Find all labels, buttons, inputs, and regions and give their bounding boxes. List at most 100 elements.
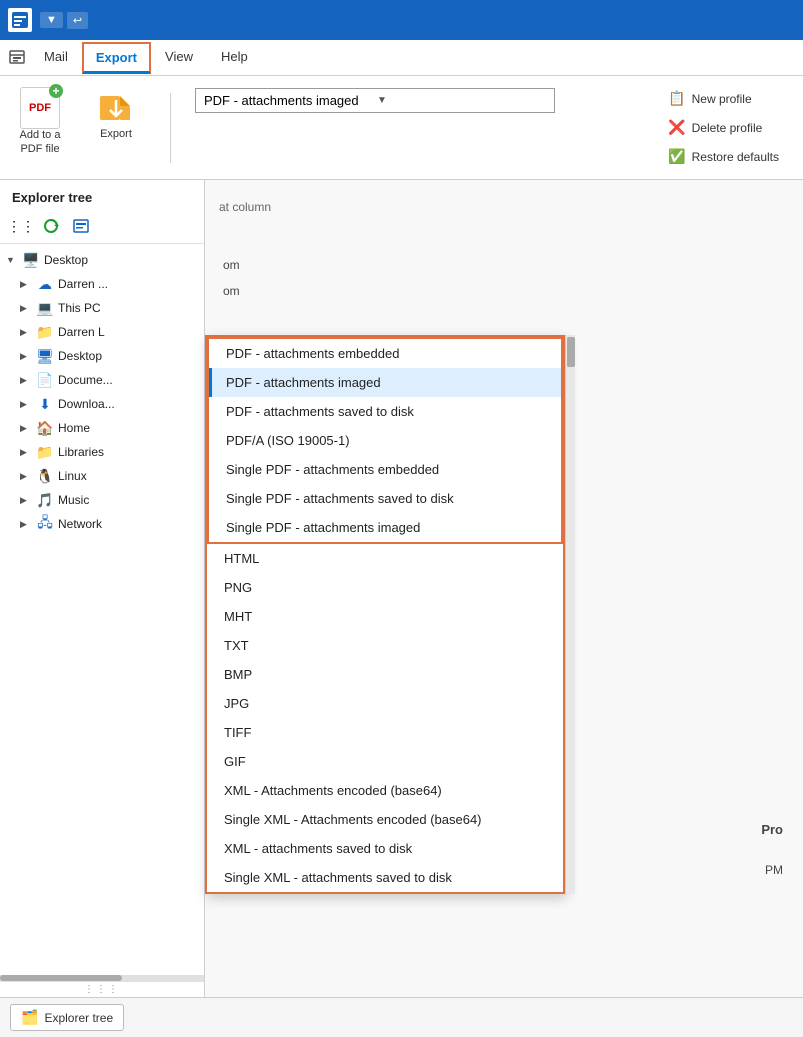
expand-arrow-darren-l: ▶ xyxy=(20,327,32,338)
thispc-icon: 💻 xyxy=(36,299,54,317)
export-button[interactable]: Export xyxy=(86,84,146,144)
expand-arrow-documents: ▶ xyxy=(20,375,32,386)
delete-profile-icon: ❌ xyxy=(668,119,685,136)
expand-arrow-thispc: ▶ xyxy=(20,303,32,314)
expand-arrow-darren-cloud: ▶ xyxy=(20,279,32,290)
delete-profile-button[interactable]: ❌ Delete profile xyxy=(664,117,783,138)
export-icon xyxy=(96,88,136,128)
dropdown-item-mht[interactable]: MHT xyxy=(207,602,563,631)
combo-selected-text: PDF - attachments imaged xyxy=(204,93,373,108)
tree-item-downloads[interactable]: ▶ ⬇ Downloa... xyxy=(0,392,204,416)
tab-view[interactable]: View xyxy=(151,41,207,75)
new-profile-label: New profile xyxy=(692,92,752,106)
ribbon: Mail Export View Help PDF + Add to a PDF… xyxy=(0,40,803,180)
scroll-bar[interactable] xyxy=(0,975,204,981)
combo-arrow-icon: ▼ xyxy=(377,95,546,106)
tree-item-documents[interactable]: ▶ 📄 Docume... xyxy=(0,368,204,392)
libraries-label: Libraries xyxy=(58,445,104,459)
refresh-button[interactable] xyxy=(38,213,64,239)
title-bar-menu[interactable]: ▼ xyxy=(40,12,63,28)
restore-defaults-icon: ✅ xyxy=(668,148,685,165)
main-area: Explorer tree ⋮⋮ ▼ xyxy=(0,180,803,997)
home-icon: 🏠 xyxy=(36,419,54,437)
dropdown-item-tiff[interactable]: TIFF xyxy=(207,718,563,747)
right-text-3: Pro xyxy=(761,822,783,837)
tree-item-network[interactable]: ▶ 🖧 Network xyxy=(0,512,204,536)
dropdown-item-single-xml-saved[interactable]: Single XML - attachments saved to disk xyxy=(207,863,563,892)
dropdown-item-xml-base64[interactable]: XML - Attachments encoded (base64) xyxy=(207,776,563,805)
dropdown-item-single-pdf-imaged[interactable]: Single PDF - attachments imaged xyxy=(209,513,561,542)
dropdown-item-xml-saved[interactable]: XML - attachments saved to disk xyxy=(207,834,563,863)
explorer-tree-button[interactable]: 🗂️ Explorer tree xyxy=(10,1004,124,1031)
dropdown-item-bmp[interactable]: BMP xyxy=(207,660,563,689)
darren-l-label: Darren L xyxy=(58,325,105,339)
tab-export[interactable]: Export xyxy=(82,42,151,74)
new-profile-icon: 📋 xyxy=(668,90,685,107)
dropdown-item-png[interactable]: PNG xyxy=(207,573,563,602)
add-to-pdf-icon: PDF + xyxy=(20,88,60,128)
ribbon-divider xyxy=(170,93,171,163)
tree-item-desktop[interactable]: ▼ 🖥️ Desktop xyxy=(0,248,204,272)
title-bar-quick[interactable]: ↩ xyxy=(67,12,88,29)
dropdown-item-jpg[interactable]: JPG xyxy=(207,689,563,718)
dropdown-item-html[interactable]: HTML xyxy=(207,544,563,573)
dropdown-item-pdf-embedded[interactable]: PDF - attachments embedded xyxy=(209,339,561,368)
downloads-label: Downloa... xyxy=(58,397,115,411)
tree-item-linux[interactable]: ▶ 🐧 Linux xyxy=(0,464,204,488)
resize-handle[interactable]: ⋮⋮⋮ xyxy=(0,981,204,997)
tree-item-thispc[interactable]: ▶ 💻 This PC xyxy=(0,296,204,320)
desktop-icon: 🖥️ xyxy=(22,251,40,269)
network-label: Network xyxy=(58,517,102,531)
new-profile-button[interactable]: 📋 New profile xyxy=(664,88,783,109)
expand-arrow-linux: ▶ xyxy=(20,471,32,482)
expand-arrow-home: ▶ xyxy=(20,423,32,434)
dropdown-item-pdf-imaged[interactable]: PDF - attachments imaged xyxy=(209,368,561,397)
right-text-4: PM xyxy=(765,863,783,877)
expand-arrow-libraries: ▶ xyxy=(20,447,32,458)
linux-icon: 🐧 xyxy=(36,467,54,485)
dropdown-item-txt[interactable]: TXT xyxy=(207,631,563,660)
view-button[interactable] xyxy=(68,213,94,239)
export-label: Export xyxy=(100,128,132,140)
dropdown-item-pdfa[interactable]: PDF/A (ISO 19005-1) xyxy=(209,426,561,455)
dropdown-scroll-thumb xyxy=(567,337,575,367)
title-bar-controls: ▼ ↩ xyxy=(40,12,88,29)
restore-defaults-button[interactable]: ✅ Restore defaults xyxy=(664,146,783,167)
combo-row: PDF - attachments imaged ▼ xyxy=(195,88,555,113)
profile-combo[interactable]: PDF - attachments imaged ▼ xyxy=(195,88,555,113)
add-to-pdf-button[interactable]: PDF + Add to a PDF file xyxy=(10,84,70,161)
tree-item-desktop2[interactable]: ▶ 🖥 Desktop xyxy=(0,344,204,368)
folder-icon: 📁 xyxy=(36,323,54,341)
drag-handle: ⋮⋮ xyxy=(8,213,34,239)
music-label: Music xyxy=(58,493,89,507)
libraries-icon: 📁 xyxy=(36,443,54,461)
dropdown-item-single-pdf-saved[interactable]: Single PDF - attachments saved to disk xyxy=(209,484,561,513)
expand-arrow-network: ▶ xyxy=(20,519,32,530)
network-icon: 🖧 xyxy=(36,515,54,533)
restore-defaults-label: Restore defaults xyxy=(692,150,779,164)
dropdown-item-gif[interactable]: GIF xyxy=(207,747,563,776)
ribbon-content: PDF + Add to a PDF file Export xyxy=(0,76,803,179)
tab-mail[interactable]: Mail xyxy=(30,41,82,75)
dropdown-item-pdf-saved[interactable]: PDF - attachments saved to disk xyxy=(209,397,561,426)
tab-help[interactable]: Help xyxy=(207,41,262,75)
tree-item-libraries[interactable]: ▶ 📁 Libraries xyxy=(0,440,204,464)
tree-item-music[interactable]: ▶ 🎵 Music xyxy=(0,488,204,512)
dropdown-item-single-pdf-embedded[interactable]: Single PDF - attachments embedded xyxy=(209,455,561,484)
dropdown-scrollbar[interactable] xyxy=(565,335,575,894)
desktop2-icon: 🖥 xyxy=(36,347,54,365)
tree-item-darren-l[interactable]: ▶ 📁 Darren L xyxy=(0,320,204,344)
expand-arrow-desktop: ▼ xyxy=(6,255,18,265)
delete-profile-label: Delete profile xyxy=(692,121,763,135)
cloud-icon: ☁ xyxy=(36,275,54,293)
dropdown-item-single-xml-base64[interactable]: Single XML - Attachments encoded (base64… xyxy=(207,805,563,834)
right-panel-content: at column om om Pro PM xyxy=(205,180,803,312)
sidebar-title: Explorer tree xyxy=(0,180,204,209)
tree-item-home[interactable]: ▶ 🏠 Home xyxy=(0,416,204,440)
explorer-tree-label: Explorer tree xyxy=(44,1011,113,1025)
right-text-2: om xyxy=(219,280,789,302)
title-bar: ▼ ↩ xyxy=(0,0,803,40)
expand-arrow-desktop2: ▶ xyxy=(20,351,32,362)
bottom-bar: 🗂️ Explorer tree xyxy=(0,997,803,1037)
tree-item-darren-cloud[interactable]: ▶ ☁ Darren ... xyxy=(0,272,204,296)
